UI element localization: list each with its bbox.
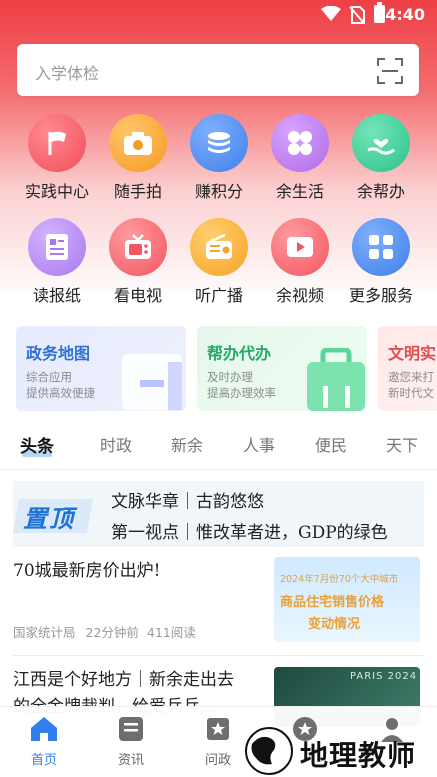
grid-item-label: 余视频	[275, 286, 324, 305]
bag-illustration-icon	[307, 348, 365, 411]
news-item-title[interactable]: 70城最新房价出炉!	[13, 558, 160, 584]
grid-item-label: 实践中心	[24, 182, 89, 201]
card-title: 帮办代办	[207, 344, 272, 363]
scan-icon[interactable]	[377, 58, 403, 84]
news-source: 国家统计局	[13, 625, 76, 640]
card-title: 文明实	[388, 344, 437, 363]
card-subtitle: 提供高效便捷	[26, 386, 95, 400]
card-gov-map[interactable]: 政务地图 综合应用 提供高效便捷	[16, 326, 186, 411]
pinned-badge-label: 置顶	[23, 505, 75, 533]
radio-icon	[190, 218, 248, 276]
watermark-text: 地理教师	[300, 739, 417, 772]
grid-item-newspaper[interactable]: 读报纸	[16, 218, 98, 306]
newspaper-icon	[28, 218, 86, 276]
thumb-caption: 2024年7月份70个大中城市	[280, 574, 399, 585]
card-subtitle: 新时代文	[388, 386, 434, 400]
status-time: 4:40	[385, 5, 425, 24]
thumb-caption: 商品住宅销售价格	[280, 595, 385, 610]
pinned-badge: 置顶	[13, 493, 97, 537]
news-item-meta: 国家统计局 22分钟前 411阅读	[13, 622, 196, 641]
service-grid-row-2: 读报纸 看电视 听广播 余视频 更多服务	[0, 218, 437, 318]
tab-xinyu[interactable]: 新余	[171, 432, 203, 456]
grid-item-yu-life[interactable]: 余生活	[259, 114, 341, 202]
status-bar: 4:40	[0, 0, 437, 30]
thumb-caption: 变动情况	[308, 617, 361, 632]
news-time: 22分钟前	[85, 625, 139, 640]
card-proxy-service[interactable]: 帮办代办 及时办理 提高办理效率	[197, 326, 367, 411]
grid-item-label: 余帮办	[356, 182, 405, 201]
wifi-icon	[321, 6, 341, 21]
card-title: 政务地图	[26, 344, 91, 363]
grid-item-label: 读报纸	[32, 286, 81, 305]
grid-item-yu-video[interactable]: 余视频	[259, 218, 341, 306]
coins-icon	[190, 114, 248, 172]
helping-hand-icon	[352, 114, 410, 172]
search-input[interactable]: 入学体检	[17, 44, 419, 96]
no-sim-icon	[349, 6, 365, 24]
card-subtitle: 及时办理	[207, 370, 253, 384]
nav-news[interactable]: 资讯	[101, 715, 161, 768]
flag-icon	[28, 114, 86, 172]
card-subtitle: 邀您来打	[388, 370, 434, 384]
grid-item-label: 余生活	[275, 182, 324, 201]
tab-world[interactable]: 天下	[386, 432, 418, 456]
grid-item-earn-points[interactable]: 赚积分	[178, 114, 260, 202]
card-subtitle: 提高办理效率	[207, 386, 276, 400]
news-item-title[interactable]: 江西是个好地方｜新余走出去	[13, 667, 234, 693]
tabs-divider	[0, 469, 437, 470]
grid-item-label: 听广播	[194, 286, 243, 305]
thumb-caption: PARIS 2024	[350, 671, 418, 682]
grid-item-label: 看电视	[113, 286, 162, 305]
camera-icon	[109, 114, 167, 172]
home-icon	[31, 717, 57, 741]
nav-inquiry[interactable]: 问政	[188, 715, 248, 768]
pinned-line-2[interactable]: 第一视点｜惟改革者进，GDP的绿色	[111, 518, 388, 543]
tab-convenience[interactable]: 便民	[315, 432, 347, 456]
tab-headlines[interactable]: 头条	[20, 432, 54, 457]
nav-label: 资讯	[117, 753, 144, 768]
watermark: 地理教师	[240, 726, 437, 776]
grid-item-label: 赚积分	[194, 182, 243, 201]
apps-icon	[352, 218, 410, 276]
globe-logo-icon	[245, 727, 293, 775]
tab-politics[interactable]: 时政	[100, 432, 132, 456]
card-civilization[interactable]: 文明实 邀您来打 新时代文	[378, 326, 437, 411]
grid-item-label: 更多服务	[348, 286, 413, 305]
grid-item-snapshot[interactable]: 随手拍	[97, 114, 179, 202]
tab-personnel[interactable]: 人事	[243, 432, 275, 456]
battery-icon	[374, 2, 385, 23]
search-placeholder: 入学体检	[35, 64, 100, 83]
news-tabs: 头条 时政 新余 人事 便民 天下	[0, 432, 437, 462]
grid-item-practice-center[interactable]: 实践中心	[16, 114, 98, 202]
grid-item-tv[interactable]: 看电视	[97, 218, 179, 306]
clover-icon	[271, 114, 329, 172]
service-grid-row-1: 实践中心 随手拍 赚积分 余生活 余帮办	[0, 114, 437, 214]
grid-item-radio[interactable]: 听广播	[178, 218, 260, 306]
news-reads: 411阅读	[146, 625, 196, 640]
nav-label: 首页	[30, 753, 57, 768]
nav-home[interactable]: 首页	[14, 715, 74, 768]
nav-label: 问政	[204, 753, 231, 768]
card-subtitle: 综合应用	[26, 370, 72, 384]
pinned-line-1[interactable]: 文脉华章｜古韵悠悠	[111, 487, 264, 512]
grid-item-yu-help[interactable]: 余帮办	[340, 114, 422, 202]
map-illustration-icon	[122, 354, 182, 410]
news-thumbnail[interactable]: 2024年7月份70个大中城市 商品住宅销售价格 变动情况	[274, 557, 420, 642]
video-icon	[271, 218, 329, 276]
grid-item-label: 随手拍	[113, 182, 162, 201]
news-icon	[119, 717, 143, 741]
pinned-news[interactable]: 置顶 文脉华章｜古韵悠悠 第一视点｜惟改革者进，GDP的绿色	[13, 481, 424, 547]
news-divider	[13, 655, 424, 656]
grid-item-more-services[interactable]: 更多服务	[340, 218, 422, 306]
inquiry-icon	[207, 718, 229, 740]
tv-icon	[109, 218, 167, 276]
